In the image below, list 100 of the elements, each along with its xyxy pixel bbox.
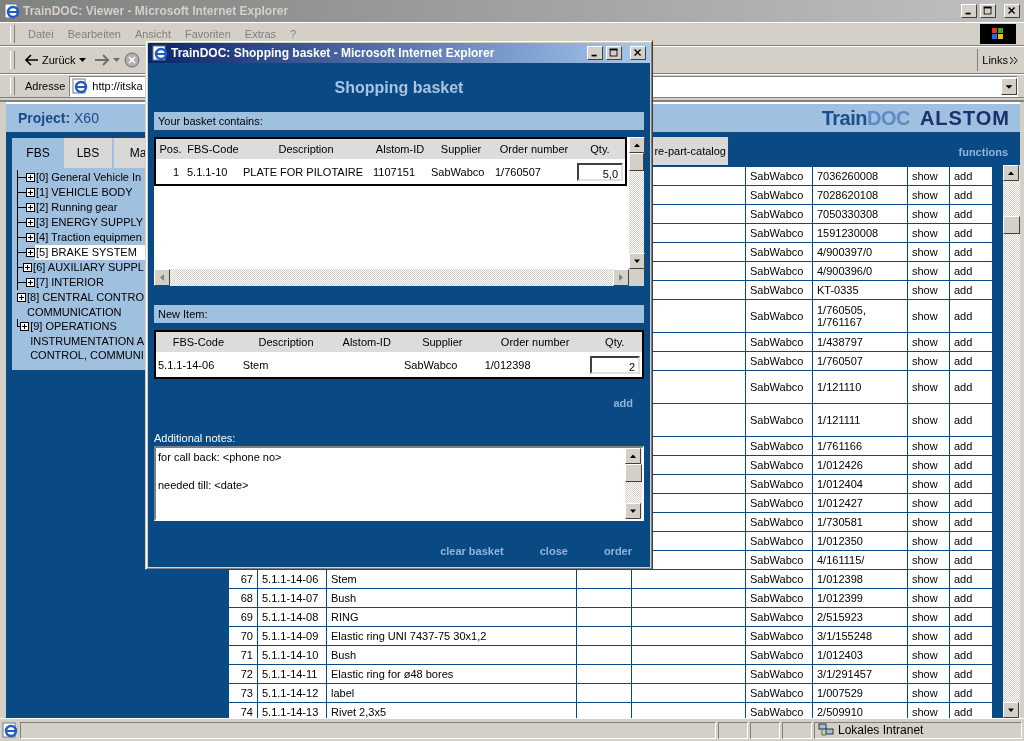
links-button[interactable]: Links bbox=[977, 49, 1018, 71]
column-header: Alstom-ID bbox=[371, 138, 429, 159]
tree-item[interactable]: [7] INTERIOR bbox=[35, 275, 145, 290]
column-header: FBS-Code bbox=[155, 331, 241, 352]
table-cell: 1/760505, 1/761167 bbox=[812, 299, 908, 333]
browser-icon bbox=[4, 3, 20, 19]
tree-item[interactable]: [6] AUXILIARY SUPPL bbox=[32, 260, 145, 275]
caret-icon bbox=[112, 58, 120, 62]
column-header: Order number bbox=[482, 331, 588, 352]
tree-item[interactable]: [3] ENERGY SUPPLY bbox=[35, 215, 145, 230]
browser-icon bbox=[152, 45, 168, 61]
action-link[interactable]: clear basket bbox=[440, 545, 504, 557]
maximize-button[interactable] bbox=[606, 46, 622, 60]
action-link[interactable]: show bbox=[907, 166, 950, 186]
qty-field[interactable]: 2 bbox=[589, 355, 640, 374]
maximize-button[interactable] bbox=[980, 4, 996, 18]
table-cell: SabWabco bbox=[429, 159, 493, 185]
action-link[interactable]: close bbox=[539, 545, 568, 557]
brand-logo: ALSTOM bbox=[919, 106, 1010, 130]
scroll-up-button[interactable] bbox=[629, 137, 645, 153]
scrollbar-corner bbox=[629, 269, 644, 286]
notes-label: Additional notes: bbox=[154, 432, 236, 444]
column-header: Supplier bbox=[429, 138, 493, 159]
tree-item[interactable]: [9] OPERATIONS INSTRUMENTATION A CONTROL, COMMUNI bbox=[29, 319, 145, 362]
expand-icon[interactable] bbox=[26, 248, 35, 257]
dropdown-button[interactable] bbox=[1001, 77, 1017, 95]
column-header: Description bbox=[240, 331, 332, 352]
scroll-right-button[interactable] bbox=[613, 269, 629, 286]
qty-field[interactable]: 5,0 bbox=[577, 162, 623, 181]
tree-item[interactable]: [8] CENTRAL CONTRO COMMUNICATION bbox=[26, 290, 145, 319]
tree-item[interactable]: [0] General Vehicle In bbox=[35, 170, 145, 185]
project-label: Project: X60 bbox=[18, 110, 99, 126]
close-button[interactable] bbox=[1004, 4, 1020, 18]
tree-item[interactable]: [1] VEHICLE BODY bbox=[35, 185, 145, 200]
table-cell: 1/012398 bbox=[482, 352, 588, 378]
minimize-button[interactable] bbox=[587, 46, 603, 60]
scroll-left-button[interactable] bbox=[154, 269, 170, 286]
expand-icon[interactable] bbox=[26, 173, 35, 182]
expand-icon[interactable] bbox=[26, 233, 35, 242]
back-button[interactable]: Zurück bbox=[21, 49, 90, 71]
expand-icon[interactable] bbox=[26, 218, 35, 227]
expand-icon[interactable] bbox=[26, 188, 35, 197]
tree-item[interactable]: [4] Traction equipmen bbox=[35, 230, 145, 245]
minimize-button[interactable] bbox=[961, 4, 977, 18]
close-button[interactable] bbox=[630, 46, 646, 60]
column-header: FBS-Code bbox=[185, 138, 241, 159]
tree-item[interactable]: [5] BRAKE SYSTEM bbox=[35, 245, 145, 260]
column-header: Qty. bbox=[587, 331, 643, 352]
scroll-down-button[interactable] bbox=[629, 253, 645, 269]
expand-icon[interactable] bbox=[20, 322, 30, 331]
table-cell: 7036260008 bbox=[812, 166, 908, 186]
scroll-down-button[interactable] bbox=[1003, 702, 1019, 718]
tree-item[interactable]: [2] Running gear bbox=[35, 200, 145, 215]
expand-icon[interactable] bbox=[26, 203, 35, 212]
table-cell: 1/121111 bbox=[812, 403, 908, 437]
stop-icon[interactable] bbox=[123, 52, 140, 68]
table-cell: PLATE FOR PILOTAIRE bbox=[241, 159, 371, 185]
column-header: Pos. bbox=[155, 138, 185, 159]
caret-icon bbox=[78, 58, 86, 62]
scrollbar-thumb[interactable] bbox=[1003, 216, 1020, 234]
status-panel bbox=[782, 721, 812, 739]
section-title: Your basket contains: bbox=[158, 115, 263, 127]
scrollbar[interactable] bbox=[154, 269, 629, 286]
status-panel bbox=[750, 721, 780, 739]
column-header: Description bbox=[241, 138, 371, 159]
expand-icon[interactable] bbox=[17, 293, 27, 302]
network-icon bbox=[818, 723, 834, 737]
action-link[interactable]: add bbox=[949, 166, 993, 186]
browser-icon bbox=[2, 722, 18, 738]
add-link[interactable]: add bbox=[613, 397, 633, 409]
column-header: Qty. bbox=[575, 138, 626, 159]
table-cell: 1/121110 bbox=[812, 370, 908, 404]
table-cell: 1107151 bbox=[371, 159, 429, 185]
scrollbar-thumb[interactable] bbox=[629, 153, 644, 171]
scrollbar[interactable] bbox=[629, 137, 644, 269]
arrow-icon bbox=[25, 54, 39, 66]
arrow-icon bbox=[93, 54, 110, 66]
expand-icon[interactable] bbox=[26, 278, 35, 287]
window-title: TrainDOC: Shopping basket - Microsoft Internet Explorer bbox=[171, 46, 496, 60]
scroll-up-button[interactable] bbox=[1003, 165, 1019, 181]
table-cell: 1 bbox=[155, 159, 185, 185]
table-cell: Stem bbox=[240, 352, 332, 378]
dialog-heading: Shopping basket bbox=[334, 78, 464, 97]
table-cell: SabWabco bbox=[745, 166, 813, 186]
column-header: Supplier bbox=[402, 331, 483, 352]
table-cell: 5.1.1-10 bbox=[185, 159, 241, 185]
table-cell: 1/760507 bbox=[493, 159, 575, 185]
app-logo: TrainDOC bbox=[821, 106, 910, 130]
scrollbar[interactable] bbox=[1003, 165, 1020, 718]
table-cell: 5.1.1-14-06 bbox=[155, 352, 241, 378]
status-panel bbox=[718, 721, 748, 739]
chevron-icon bbox=[1010, 56, 1018, 64]
functions-link[interactable]: functions bbox=[958, 145, 1008, 158]
action-link[interactable]: order bbox=[603, 545, 632, 557]
section-title: New Item: bbox=[158, 308, 208, 320]
tab[interactable]: LBS bbox=[64, 138, 112, 168]
expand-icon[interactable] bbox=[23, 263, 33, 272]
column-header: Order number bbox=[493, 138, 575, 159]
table-cell: SabWabco bbox=[745, 370, 813, 404]
browser-icon bbox=[72, 78, 89, 94]
